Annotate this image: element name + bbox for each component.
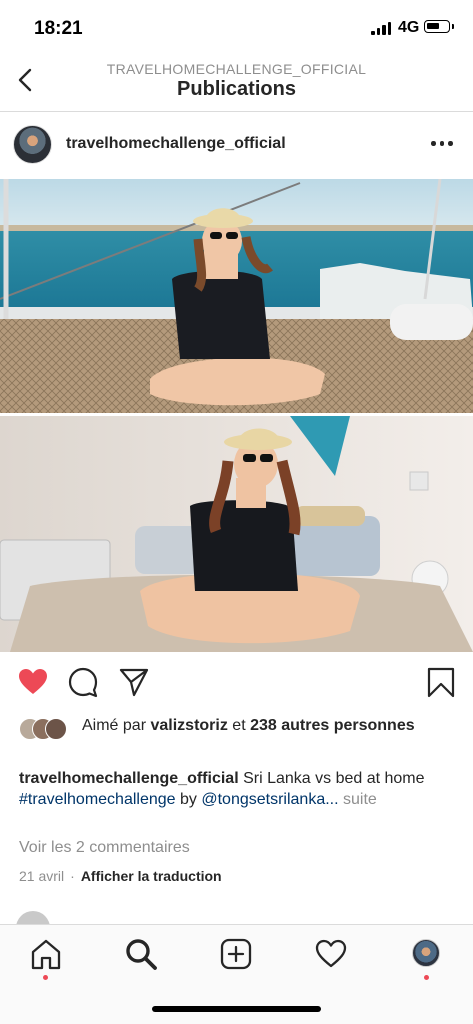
liker-username[interactable]: valizstoriz bbox=[150, 717, 227, 734]
likes-text[interactable]: Aimé par valizstoriz et 238 autres perso… bbox=[82, 715, 452, 736]
status-time: 18:21 bbox=[34, 18, 83, 39]
more-horizontal-icon[interactable] bbox=[431, 141, 453, 146]
paper-plane-icon[interactable] bbox=[118, 666, 150, 698]
post-header: travelhomechallenge_official bbox=[0, 113, 473, 177]
caption-hashtag[interactable]: #travelhomechallenge bbox=[19, 791, 176, 808]
home-notification-dot bbox=[43, 975, 48, 980]
signal-icon bbox=[371, 22, 391, 35]
add-post-icon[interactable] bbox=[219, 937, 253, 971]
caption-text: Sri Lanka vs bed at home bbox=[243, 770, 425, 787]
post-caption: travelhomechallenge_official Sri Lanka v… bbox=[19, 768, 459, 810]
next-post-avatar[interactable] bbox=[16, 911, 50, 925]
liker-avatars bbox=[19, 718, 79, 740]
post-date: 21 avril bbox=[19, 868, 65, 884]
caption-username[interactable]: travelhomechallenge_official bbox=[19, 770, 239, 787]
post-username[interactable]: travelhomechallenge_official bbox=[66, 135, 286, 153]
likes-others[interactable]: 238 autres personnes bbox=[250, 717, 415, 734]
likes-prefix: Aimé par bbox=[82, 717, 147, 734]
profile-notification-dot bbox=[424, 975, 429, 980]
caption-more-link[interactable]: suite bbox=[343, 791, 377, 808]
heart-filled-icon[interactable] bbox=[17, 666, 49, 698]
profile-avatar[interactable] bbox=[412, 939, 440, 967]
page-title: Publications bbox=[177, 78, 296, 100]
comment-bubble-icon[interactable] bbox=[67, 666, 99, 698]
view-comments-link[interactable]: Voir les 2 commentaires bbox=[19, 839, 190, 857]
likes-joiner: et bbox=[232, 717, 246, 734]
status-bar: 18:21 4G bbox=[0, 0, 473, 56]
caption-mention[interactable]: @tongsetsrilanka... bbox=[201, 791, 338, 808]
search-icon[interactable] bbox=[124, 937, 158, 971]
caption-by: by bbox=[180, 791, 197, 808]
bookmark-icon[interactable] bbox=[425, 666, 457, 698]
post-actions bbox=[0, 655, 473, 711]
home-icon[interactable] bbox=[29, 937, 63, 971]
header-subtitle: TRAVELHOMECHALLENGE_OFFICIAL bbox=[106, 61, 367, 77]
avatar[interactable] bbox=[13, 125, 52, 164]
post-image-boat[interactable] bbox=[0, 179, 473, 413]
post-meta: 21 avril · Afficher la traduction bbox=[19, 868, 222, 884]
post-image-bed[interactable] bbox=[0, 416, 473, 652]
network-label: 4G bbox=[398, 19, 420, 36]
translate-link[interactable]: Afficher la traduction bbox=[81, 868, 222, 884]
activity-heart-icon[interactable] bbox=[314, 937, 348, 971]
nav-header: TRAVELHOMECHALLENGE_OFFICIAL Publication… bbox=[0, 56, 473, 112]
battery-icon bbox=[424, 20, 454, 33]
meta-separator: · bbox=[70, 868, 75, 884]
home-indicator[interactable] bbox=[152, 1006, 321, 1012]
